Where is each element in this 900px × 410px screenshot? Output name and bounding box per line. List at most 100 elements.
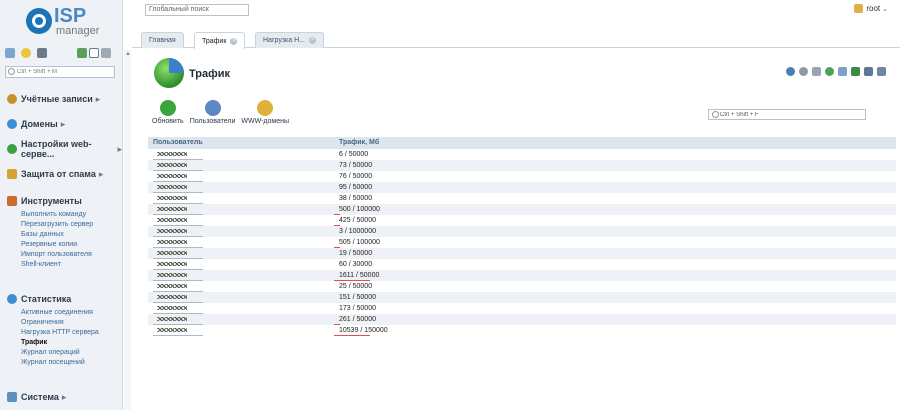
table-row[interactable]: 95 / 50000 (148, 182, 896, 193)
table-row[interactable]: 38 / 50000 (148, 193, 896, 204)
nav-accounts[interactable]: Учётные записи ▸ (7, 92, 100, 106)
globe-help-icon[interactable] (825, 67, 834, 76)
nav-stats-label[interactable]: Статистика (21, 294, 71, 304)
cell-user (148, 281, 334, 292)
column-header-traffic[interactable]: Трафик, Мб (334, 137, 896, 149)
nav-web-settings[interactable]: Настройки web-серве... ▸ (7, 139, 122, 159)
user-menu[interactable]: root ⌄ (854, 4, 888, 13)
cell-traffic: 19 / 50000 (339, 250, 373, 257)
redacted-username (157, 196, 187, 201)
print-icon[interactable] (864, 67, 873, 76)
table-row[interactable]: 60 / 30000 (148, 259, 896, 270)
nav-spam[interactable]: Защита от спама ▸ (7, 167, 103, 181)
collapse-all-icon[interactable] (89, 48, 99, 58)
table-search[interactable] (708, 109, 866, 120)
nav-system-label[interactable]: Система (21, 392, 59, 402)
sidebar-search-input[interactable] (17, 67, 113, 77)
table-row[interactable]: 19 / 50000 (148, 248, 896, 259)
nav-web-settings-label[interactable]: Настройки web-серве... (21, 139, 114, 159)
redacted-username (157, 328, 187, 333)
table-search-input[interactable] (720, 110, 860, 119)
cell-traffic: 95 / 50000 (339, 184, 373, 191)
redacted-username (157, 273, 187, 278)
nav-item-databases[interactable]: Базы данных (21, 230, 93, 240)
redacted-username (157, 174, 187, 179)
nav-item-traffic[interactable]: Трафик (21, 338, 99, 348)
expand-all-icon[interactable] (77, 48, 87, 58)
refresh-icon[interactable] (786, 67, 795, 76)
traffic-warning-bar (334, 335, 370, 336)
table-row[interactable]: 425 / 50000 (148, 215, 896, 226)
table-row[interactable]: 10539 / 150000 (148, 325, 896, 336)
table-row[interactable]: 173 / 50000 (148, 303, 896, 314)
logo[interactable]: ISP manager (26, 5, 116, 40)
tab-traffic[interactable]: Трафик × (194, 32, 246, 49)
export-icon[interactable] (851, 67, 860, 76)
global-search-input[interactable]: Глобальный поиск (145, 4, 249, 16)
table-row[interactable]: 1611 / 50000 (148, 270, 896, 281)
users-button-label: Пользователи (189, 118, 236, 125)
table-row[interactable]: 3 / 1000000 (148, 226, 896, 237)
favorite-star-icon[interactable] (799, 67, 808, 76)
nav-spam-label[interactable]: Защита от спама (21, 169, 96, 179)
pin-icon[interactable] (812, 67, 821, 76)
pin-icon[interactable] (101, 48, 111, 58)
nav-domains[interactable]: Домены ▸ (7, 117, 65, 131)
nav-item-active-connections[interactable]: Активные соединения (21, 308, 99, 318)
table-row[interactable]: 151 / 50000 (148, 292, 896, 303)
tree-icon[interactable] (5, 48, 15, 58)
table-row[interactable]: 505 / 100000 (148, 237, 896, 248)
nav-item-operations-log[interactable]: Журнал операций (21, 348, 99, 358)
star-icon[interactable] (21, 48, 31, 58)
close-icon[interactable]: × (230, 37, 238, 45)
table-row[interactable]: 76 / 50000 (148, 171, 896, 182)
sidebar-scrollbar[interactable]: ▲ (124, 50, 131, 410)
nav-domains-label[interactable]: Домены (21, 119, 58, 129)
nav-accounts-label[interactable]: Учётные записи (21, 94, 93, 104)
user-icon (7, 94, 17, 104)
sidebar-search[interactable] (5, 66, 115, 78)
close-icon[interactable]: × (308, 37, 316, 44)
copy-icon[interactable] (838, 67, 847, 76)
redacted-username (157, 251, 187, 256)
briefcase-icon[interactable] (37, 48, 47, 58)
www-domains-button-label: WWW-домены (241, 118, 290, 125)
logo-subtext: manager (56, 25, 100, 37)
column-header-user[interactable]: Пользователь (148, 137, 334, 149)
nav-item-backups[interactable]: Резервные копии (21, 240, 93, 250)
nav-stats[interactable]: Статистика Активные соединения Ограничен… (7, 292, 99, 368)
cell-traffic: 500 / 100000 (334, 204, 896, 215)
table-row[interactable]: 6 / 50000 (148, 149, 896, 160)
traffic-pie-icon (154, 58, 184, 88)
sidebar-toolbar (5, 48, 117, 60)
nav-item-visits-log[interactable]: Журнал посещений (21, 358, 99, 368)
refresh-button[interactable]: Обновить (152, 100, 184, 125)
caret-right-icon: ▸ (95, 93, 101, 104)
nav-tools-label[interactable]: Инструменты (21, 196, 82, 206)
www-domains-button[interactable]: WWW-домены (241, 100, 289, 125)
nav-item-reboot[interactable]: Перезагрузить сервер (21, 220, 93, 230)
nav-item-import-user[interactable]: Импорт пользователя (21, 250, 93, 260)
system-icon (7, 392, 17, 402)
caret-right-icon: ▸ (61, 391, 67, 402)
table-row[interactable]: 500 / 100000 (148, 204, 896, 215)
scroll-up-icon[interactable]: ▲ (125, 51, 131, 57)
cell-user (148, 248, 334, 259)
tab-home[interactable]: Главная (141, 32, 184, 48)
nav-system[interactable]: Система ▸ (7, 390, 66, 404)
nav-item-http-load[interactable]: Нагрузка HTTP сервера (21, 328, 99, 338)
nav-item-run-command[interactable]: Выполнить команду (21, 210, 93, 220)
table-row[interactable]: 73 / 50000 (148, 160, 896, 171)
settings-icon[interactable] (877, 67, 886, 76)
nav-item-shell[interactable]: Shell-клиент (21, 260, 93, 270)
redacted-username (157, 229, 187, 234)
table-row[interactable]: 261 / 50000 (148, 314, 896, 325)
main-panel: Трафик Обновить Пользователи WWW-домены … (132, 49, 900, 410)
cell-user (148, 325, 334, 336)
tab-http-load[interactable]: Нагрузка Н... × (255, 32, 324, 48)
nav-tools[interactable]: Инструменты Выполнить команду Перезагруз… (7, 194, 93, 270)
table-row[interactable]: 25 / 50000 (148, 281, 896, 292)
nav-item-limits[interactable]: Ограничения (21, 318, 99, 328)
users-button[interactable]: Пользователи (189, 100, 236, 125)
redacted-username (157, 218, 187, 223)
